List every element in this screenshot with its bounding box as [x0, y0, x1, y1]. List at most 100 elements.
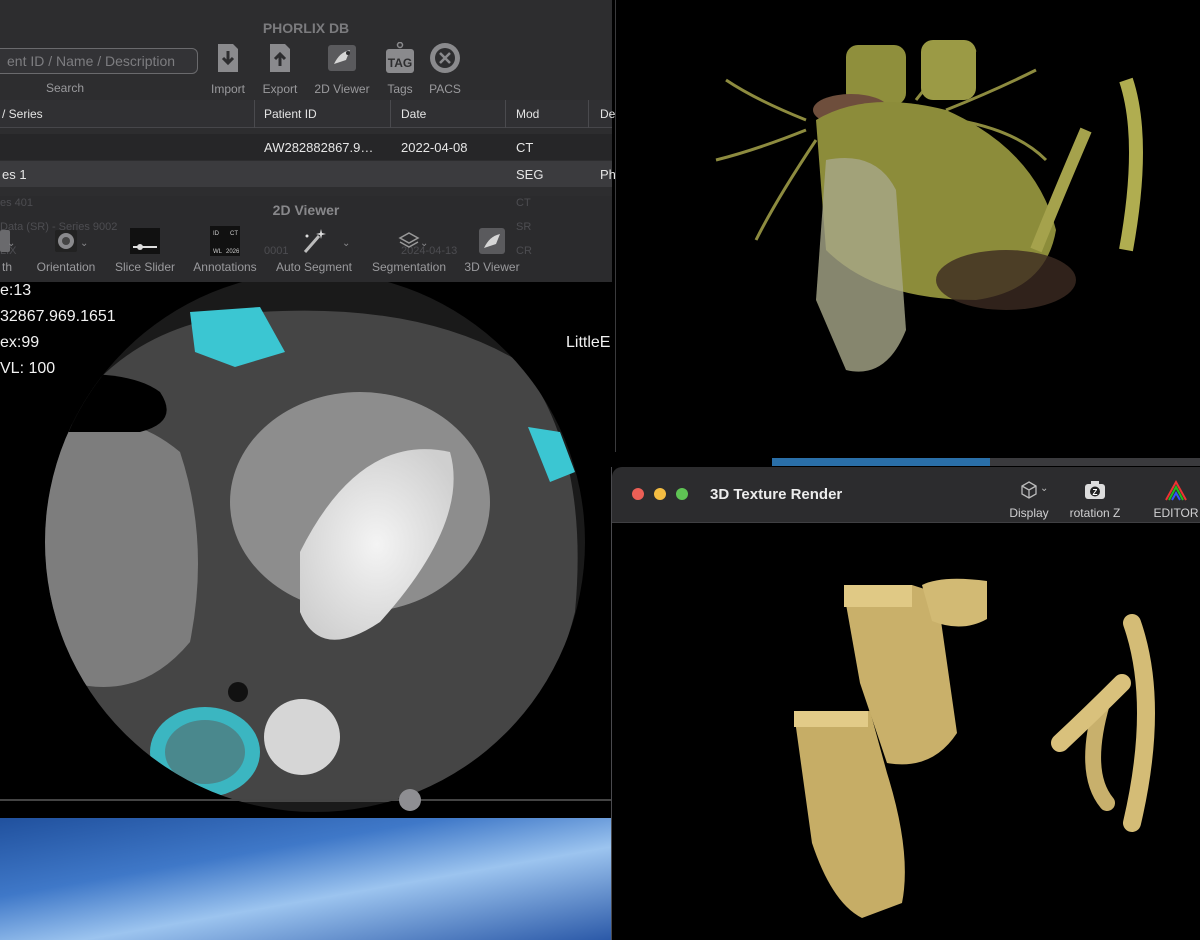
viewer-2d-button[interactable]: 2D Viewer — [312, 42, 372, 98]
tag-icon: TAG — [386, 42, 414, 73]
annotation-icon-id: ID — [213, 231, 220, 237]
viewer-titlebar: 2D Viewer es 401 CT Data (SR) - Series 9… — [0, 196, 612, 282]
viewer-3d-icon — [479, 228, 505, 254]
tags-button[interactable]: TAG Tags — [380, 42, 420, 98]
annotations-label: Annotations — [193, 260, 257, 274]
close-window-button[interactable] — [632, 488, 644, 500]
camera-icon: Z — [1085, 481, 1105, 499]
segmentation-button[interactable]: Segmentation — [368, 226, 450, 274]
column-divider — [254, 100, 255, 128]
import-button[interactable]: Import — [208, 42, 248, 98]
editor-button[interactable]: EDITOR — [1150, 479, 1200, 520]
desktop-background — [0, 815, 612, 940]
column-description[interactable]: De — [600, 107, 615, 121]
annotations-button[interactable]: ID CT WL 2026 Annotations — [192, 226, 258, 274]
display-label: Display — [1009, 506, 1049, 520]
width-label: th — [1, 260, 12, 274]
pacs-icon — [430, 43, 460, 73]
cell-series: es 1 — [2, 167, 27, 182]
export-icon — [270, 44, 290, 72]
column-divider — [505, 100, 506, 128]
pacs-button[interactable]: PACS — [425, 42, 465, 98]
slice-slider-track[interactable] — [0, 799, 612, 801]
overlay-patient-name: LittleE — [566, 334, 611, 351]
ghost-row-mod: CT — [516, 197, 531, 209]
pacs-label: PACS — [429, 82, 461, 96]
column-date[interactable]: Date — [401, 107, 426, 121]
auto-segment-button[interactable]: Auto Segment — [272, 226, 356, 274]
annotation-icon-year: 2026 — [226, 249, 240, 255]
cube-icon — [1021, 481, 1037, 499]
orientation-button[interactable]: Orientation — [34, 226, 98, 274]
chevron-down-icon[interactable]: ⌄ — [1040, 483, 1048, 494]
cell-mod: SEG — [516, 167, 544, 182]
editor-icon — [1165, 479, 1187, 501]
render-progress-bar — [772, 458, 991, 466]
rotation-z-label: rotation Z — [1069, 506, 1121, 520]
segmentation-label: Segmentation — [371, 260, 447, 274]
phorlix-db-window: PHORLIX DB ent ID / Name / Description S… — [0, 0, 616, 200]
column-patient-id[interactable]: Patient ID — [264, 107, 317, 121]
editor-label: EDITOR — [1153, 506, 1199, 520]
texture-window-title: 3D Texture Render — [710, 486, 843, 503]
texture-render-window: 3D Texture Render Display ⌄ Z rotation Z… — [611, 467, 1200, 940]
zoom-window-button[interactable] — [676, 488, 688, 500]
texture-render-canvas[interactable] — [612, 523, 1200, 940]
overlay-slice-number: e:13 — [0, 282, 32, 299]
viewer-2d-icon — [328, 45, 356, 71]
viewer-2d-window: 2D Viewer es 401 CT Data (SR) - Series 9… — [0, 196, 612, 818]
minimize-window-button[interactable] — [654, 488, 666, 500]
cell-patient-id: AW282882867.9… — [264, 140, 374, 155]
cell-description: Ph — [600, 167, 616, 182]
slice-slider-label: Slice Slider — [114, 260, 176, 274]
chevron-down-icon[interactable]: ⌄ — [342, 238, 350, 249]
cell-date: 2022-04-08 — [401, 140, 468, 155]
slice-slider-icon — [130, 228, 160, 254]
chevron-down-icon[interactable]: ⌄ — [420, 238, 428, 249]
search-input[interactable]: ent ID / Name / Description — [0, 48, 198, 74]
viewer-3d-button[interactable]: 3D Viewer — [460, 226, 524, 274]
table-row[interactable]: AW282882867.9… 2022-04-08 CT — [0, 134, 612, 160]
chevron-down-icon[interactable]: ⌄ — [80, 238, 88, 249]
overlay-study-uid: 32867.969.1651 — [0, 308, 116, 325]
bone-surface-render — [794, 578, 1155, 918]
annotations-icon: ID CT WL 2026 — [210, 226, 240, 256]
overlay-window-level: VL: 100 — [0, 360, 56, 377]
orientation-label: Orientation — [36, 260, 96, 274]
search-label: Search — [46, 81, 85, 95]
viewer-2d-label: 2D Viewer — [314, 82, 370, 96]
table-header: / Series Patient ID Date Mod De — [0, 100, 615, 128]
column-divider — [588, 100, 589, 128]
overlay-image-index: ex:99 — [0, 334, 40, 351]
volume-render-window[interactable] — [615, 0, 1200, 452]
texture-titlebar: 3D Texture Render Display ⌄ Z rotation Z… — [612, 467, 1200, 523]
width-tool-button[interactable]: th — [0, 226, 18, 274]
tags-label: Tags — [387, 82, 413, 96]
volume-render-image — [715, 40, 1143, 372]
slice-slider-button[interactable]: Slice Slider — [112, 226, 178, 274]
rotation-z-button[interactable]: Z rotation Z — [1064, 479, 1126, 520]
auto-segment-label: Auto Segment — [275, 260, 353, 274]
slice-slider-knob[interactable] — [399, 789, 422, 811]
tag-icon-text: TAG — [388, 56, 412, 70]
cell-mod: CT — [516, 140, 534, 155]
ct-axial-image — [45, 282, 585, 812]
rotation-icon-text: Z — [1093, 488, 1098, 497]
db-window-title: PHORLIX DB — [262, 20, 350, 36]
export-button[interactable]: Export — [260, 42, 300, 98]
column-mod[interactable]: Mod — [516, 107, 539, 121]
table-row[interactable]: es 1 SEG Ph — [0, 161, 616, 187]
export-label: Export — [262, 82, 298, 96]
ghost-row-series: es 401 — [0, 197, 34, 209]
viewer-3d-label: 3D Viewer — [464, 260, 520, 274]
import-label: Import — [210, 82, 245, 96]
annotation-icon-wl: WL — [213, 249, 223, 255]
import-icon — [218, 44, 238, 72]
orientation-icon — [55, 230, 77, 252]
ct-slice-canvas[interactable]: e:13 32867.969.1651 ex:99 VL: 100 Little… — [0, 282, 612, 818]
magic-wand-icon — [303, 229, 326, 253]
chevron-down-icon[interactable]: ⌄ — [7, 238, 15, 249]
column-series[interactable]: / Series — [2, 107, 43, 121]
annotation-icon-ct: CT — [230, 231, 238, 237]
column-divider — [390, 100, 391, 128]
